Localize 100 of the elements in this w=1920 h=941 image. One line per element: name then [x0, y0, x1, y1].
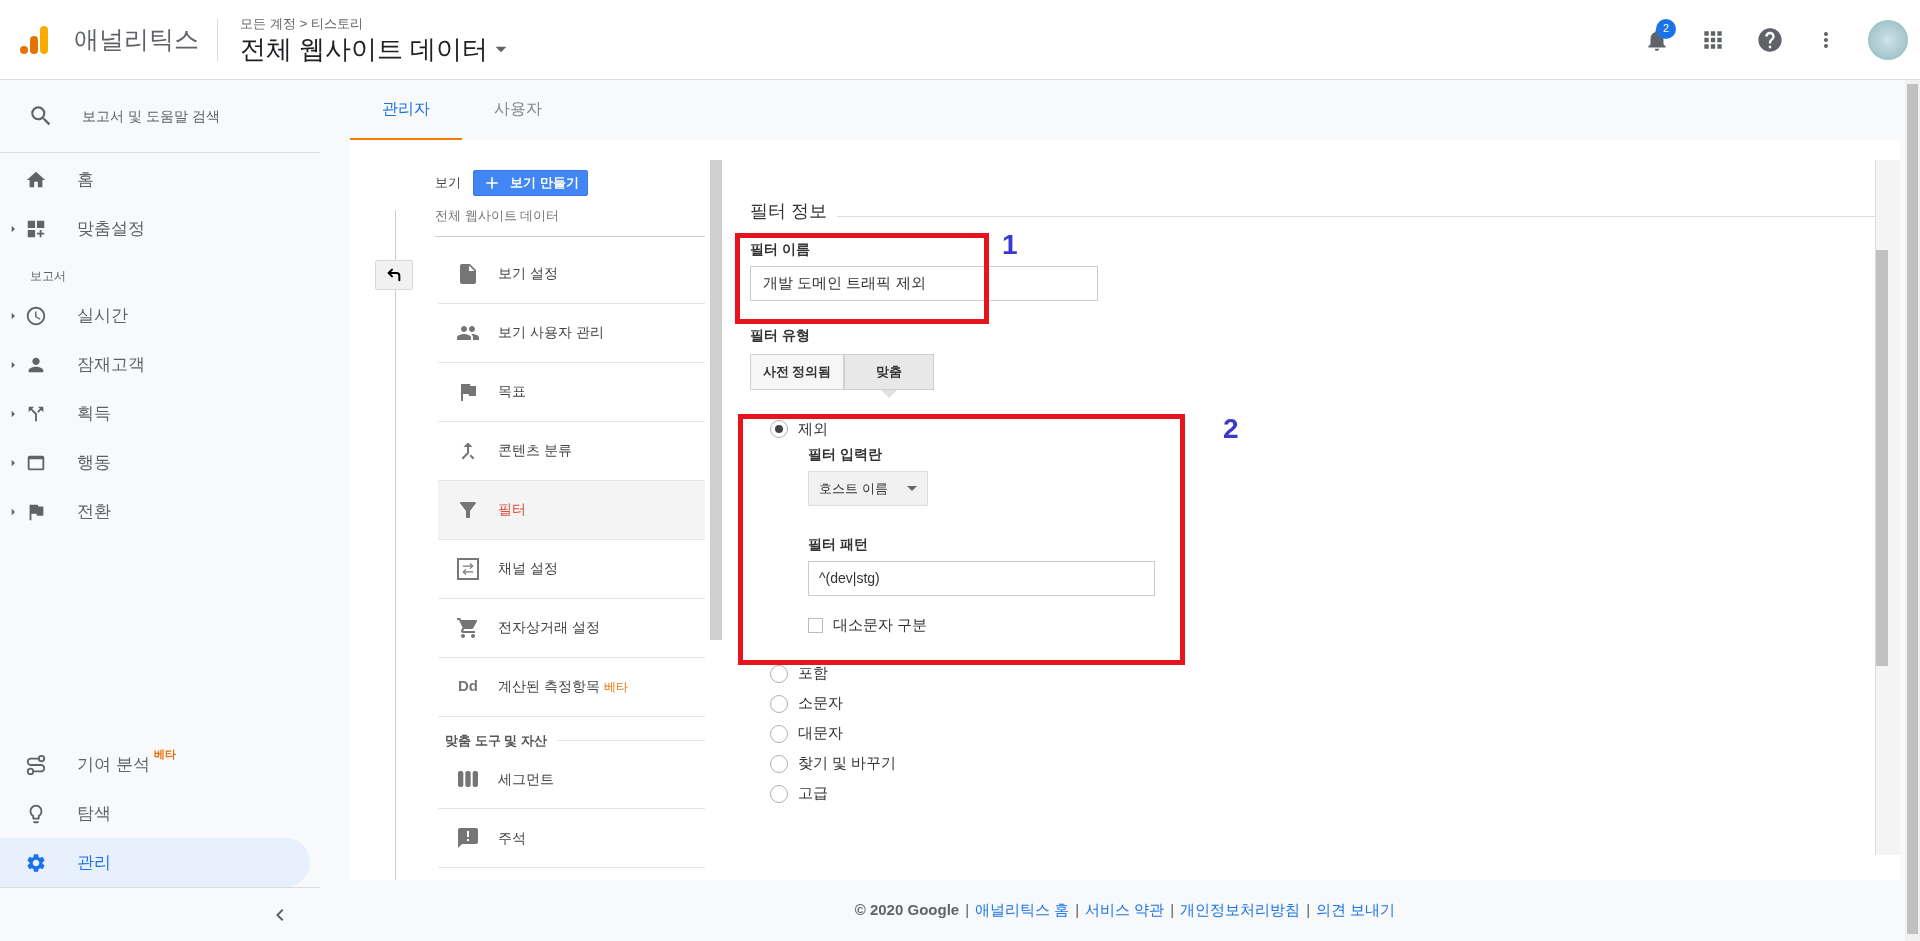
field-label: 필터 패턴 — [808, 535, 868, 554]
radio-button[interactable] — [770, 754, 788, 773]
nav-item[interactable]: 맞춤설정 — [0, 204, 310, 253]
create-view-button[interactable]: 보기 만들기 — [473, 170, 588, 196]
settings-menu-item[interactable]: 세그먼트 — [438, 750, 705, 809]
radio-button[interactable] — [770, 724, 788, 743]
menu-label: 세그먼트 — [498, 769, 554, 789]
nav-label: 홈 — [77, 168, 94, 191]
settings-menu-item[interactable]: 목표 — [438, 362, 705, 422]
radio-label: 제외 — [798, 418, 828, 439]
comment-icon — [456, 826, 480, 850]
field-label: 필터 입력란 — [808, 445, 882, 464]
radio-button[interactable] — [770, 784, 788, 803]
menu-label: 콘텐츠 분류 — [498, 441, 572, 460]
cart-icon — [456, 615, 480, 640]
menu-label: 필터 — [498, 500, 526, 519]
annotation-number: 2 — [1223, 412, 1239, 446]
settings-menu-item[interactable]: 채널 설정 — [438, 539, 705, 599]
nav-label: 행동 — [77, 451, 111, 474]
radio-label: 소문자 — [798, 693, 843, 714]
radio-label: 찾기 및 바꾸기 — [798, 753, 897, 774]
footer-separator: | — [1306, 900, 1311, 921]
annotation-number: 1 — [1002, 228, 1018, 262]
filter-name-field[interactable]: 개발 도메인 트래픽 제외 — [750, 266, 1098, 301]
scrollbar-thumb[interactable] — [1876, 250, 1888, 666]
section-heading: 맞춤 도구 및 자산 — [445, 731, 547, 750]
footer-separator: | — [1075, 900, 1080, 921]
tab[interactable]: 사용자 — [462, 80, 574, 140]
caret-icon — [907, 486, 917, 491]
beta-label: 베타 — [153, 748, 176, 761]
field-label: 필터 이름 — [750, 240, 810, 259]
settings-menu-item[interactable]: 보기 설정 — [438, 244, 705, 304]
nav-item[interactable]: 획득 — [0, 389, 310, 438]
help-icon[interactable] — [1756, 25, 1784, 54]
menu-label: 보기 사용자 관리 — [498, 323, 604, 342]
section-title: 필터 정보 — [750, 200, 827, 223]
nav-label: 획득 — [77, 402, 111, 425]
menu-label: 전자상거래 설정 — [498, 618, 600, 637]
radio-label: 고급 — [798, 783, 828, 804]
nav-item[interactable]: 기여 분석 베타 — [0, 740, 310, 789]
channel-icon — [457, 557, 479, 580]
checkbox[interactable] — [808, 617, 823, 633]
menu-label: 계산된 측정항목 — [498, 677, 600, 696]
radio-label: 대문자 — [798, 723, 843, 744]
radio-button[interactable] — [770, 420, 788, 438]
nav-item[interactable]: 실시간 — [0, 291, 310, 340]
footer-link[interactable]: 의견 보내기 — [1316, 899, 1396, 922]
nav-item[interactable]: 홈 — [0, 155, 310, 204]
menu-label: 보기 설정 — [498, 264, 558, 283]
nav-label: 실시간 — [77, 304, 128, 327]
copyright: © 2020 Google — [854, 900, 960, 921]
breadcrumb-link[interactable]: 모든 계정 — [240, 13, 296, 33]
radio-button[interactable] — [770, 694, 788, 713]
nav-item[interactable]: 전환 — [0, 487, 310, 536]
filter-pattern-field[interactable]: ^(dev|stg) — [808, 561, 1155, 596]
search-field[interactable]: 보고서 및 도움말 검색 — [0, 80, 320, 153]
settings-icon — [25, 851, 47, 874]
nav-label: 탐색 — [77, 802, 111, 825]
view-name: 전체 웹사이트 데이터 — [435, 206, 705, 237]
nav-label: 관리 — [77, 851, 111, 874]
nav-label: 전환 — [77, 500, 111, 523]
nav-label: 잠재고객 — [77, 353, 145, 376]
settings-menu-item[interactable]: 보기 사용자 관리 — [438, 303, 705, 363]
view-title[interactable]: 전체 웹사이트 데이터 — [240, 33, 489, 66]
footer-link[interactable]: 개인정보처리방침 — [1180, 899, 1301, 922]
segment-button[interactable]: 사전 정의됨 — [750, 354, 844, 390]
checkbox-label: 대소문자 구분 — [833, 615, 928, 635]
footer-link[interactable]: 서비스 약관 — [1085, 899, 1165, 922]
footer-link[interactable]: 애널리틱스 홈 — [975, 899, 1070, 922]
settings-menu-item[interactable]: 콘텐츠 분류 — [438, 421, 705, 481]
menu-label: 목표 — [498, 382, 526, 401]
nav-item[interactable]: 관리 — [0, 838, 310, 887]
view-label: 보기 — [435, 174, 461, 193]
nav-label: 맞춤설정 — [77, 217, 145, 240]
footer-separator: | — [1170, 900, 1175, 921]
field-label: 필터 유형 — [750, 326, 810, 345]
avatar[interactable] — [1868, 19, 1908, 60]
search-placeholder: 보고서 및 도움말 검색 — [82, 106, 220, 126]
pointer-icon — [881, 390, 897, 398]
back-button[interactable] — [375, 260, 413, 290]
nav-item[interactable]: 잠재고객 — [0, 340, 310, 389]
footer-separator: | — [965, 900, 970, 921]
scrollbar-thumb[interactable] — [1907, 84, 1918, 934]
notification-badge: 2 — [1656, 18, 1676, 39]
logo-icon — [18, 23, 50, 56]
clock-icon — [25, 304, 47, 327]
nav-item[interactable]: 행동 — [0, 438, 310, 487]
back-arrow-icon — [386, 267, 402, 283]
settings-menu-item[interactable]: Dd 계산된 측정항목 베타 — [438, 657, 705, 717]
field-dropdown[interactable]: 호스트 이름 — [808, 471, 928, 506]
breadcrumb-link[interactable]: 티스토리 — [311, 13, 364, 33]
text-icon: Dd — [458, 675, 478, 698]
scrollbar-thumb[interactable] — [710, 160, 722, 640]
settings-menu-item[interactable]: 필터 — [438, 480, 705, 540]
route-icon — [25, 753, 47, 776]
settings-menu-item[interactable]: 주석 — [438, 809, 705, 868]
settings-menu-item[interactable]: 전자상거래 설정 — [438, 598, 705, 658]
menu-label: 주석 — [498, 828, 526, 848]
radio-label: 포함 — [798, 663, 828, 684]
nav-item[interactable]: 탐색 — [0, 789, 310, 838]
